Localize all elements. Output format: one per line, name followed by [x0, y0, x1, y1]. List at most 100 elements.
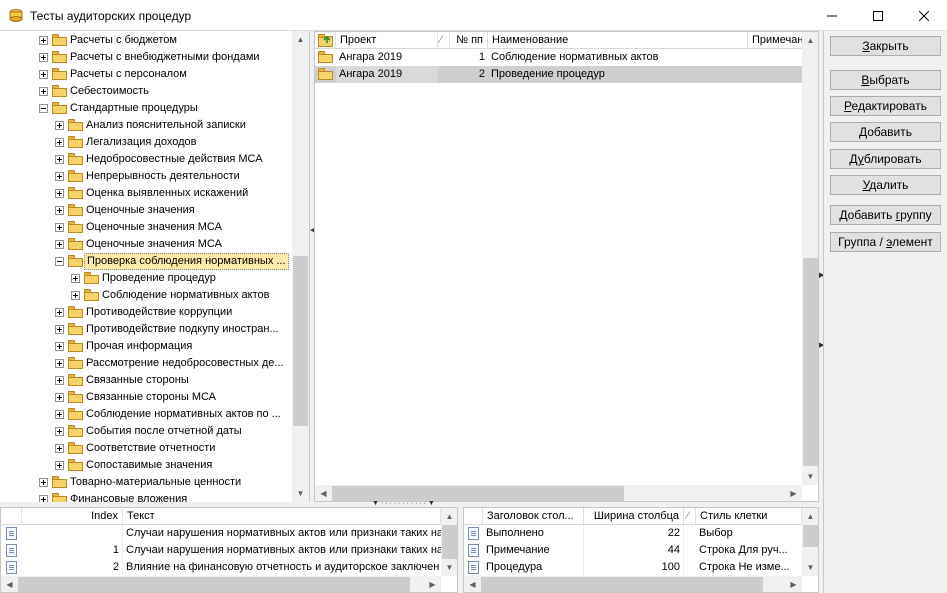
tree-item[interactable]: Оценочные значения	[0, 202, 292, 219]
grid-scroll-thumb[interactable]	[803, 258, 818, 466]
tree-item[interactable]: Связанные стороны	[0, 372, 292, 389]
scroll-left-icon[interactable]: ◀	[464, 576, 481, 592]
expand-icon[interactable]	[39, 70, 48, 79]
tree-scrollbar[interactable]: ▲ ▼	[292, 31, 309, 502]
tree-item[interactable]: Финансовые вложения	[0, 491, 292, 502]
text-grid-hscroll-thumb[interactable]	[18, 577, 410, 592]
text-grid[interactable]: Index Текст Случаи нарушения нормативных…	[0, 507, 458, 593]
column-header-style[interactable]: Стиль клетки	[696, 508, 802, 525]
expand-icon[interactable]	[39, 478, 48, 487]
table-row[interactable]: 1 Случаи нарушения нормативных актов или …	[1, 542, 441, 559]
expand-icon[interactable]	[55, 189, 64, 198]
tree-item[interactable]: Рассмотрение недобросовестных де...	[0, 355, 292, 372]
scroll-right-icon[interactable]: ▶	[785, 485, 802, 501]
expand-icon[interactable]	[71, 274, 80, 283]
tree-item[interactable]: Связанные стороны МСА	[0, 389, 292, 406]
procedures-grid[interactable]: Проект ⁄ № пп Наименование Примечани Анг…	[314, 31, 819, 502]
select-button[interactable]: Выбрать	[830, 70, 941, 90]
tree-item[interactable]: Противодействие коррупции	[0, 304, 292, 321]
add-button[interactable]: Добавить	[830, 122, 941, 142]
table-row[interactable]: Ангара 2019 1 Соблюдение нормативных акт…	[315, 49, 804, 66]
columns-grid[interactable]: Заголовок стол... Ширина столбца ⁄ Стиль…	[463, 507, 819, 593]
expand-icon[interactable]	[55, 376, 64, 385]
expand-icon[interactable]	[55, 359, 64, 368]
column-header-index[interactable]: Index	[22, 508, 123, 525]
table-row[interactable]: 2 Влияние на финансовую отчетность и ауди…	[1, 559, 441, 576]
tree-item[interactable]: Непрерывность деятельности	[0, 168, 292, 185]
duplicate-button[interactable]: Дублировать	[830, 149, 941, 169]
expand-icon[interactable]	[55, 240, 64, 249]
table-row[interactable]: Процедура 100 Строка Не изме...	[464, 559, 802, 576]
tree-item[interactable]: Легализация доходов	[0, 134, 292, 151]
tree-item[interactable]: Себестоимость	[0, 83, 292, 100]
scroll-right-icon[interactable]: ▶	[785, 576, 802, 592]
column-header-width[interactable]: Ширина столбца	[584, 508, 684, 525]
scroll-left-icon[interactable]: ◀	[315, 485, 332, 501]
tree-item[interactable]: Расчеты с персоналом	[0, 66, 292, 83]
tree-scroll-thumb[interactable]	[293, 256, 308, 426]
expand-icon[interactable]	[55, 138, 64, 147]
expand-icon[interactable]	[55, 444, 64, 453]
tree-item[interactable]: Расчеты с внебюджетными фондами	[0, 49, 292, 66]
expand-icon[interactable]	[55, 461, 64, 470]
table-row[interactable]: Случаи нарушения нормативных актов или п…	[1, 525, 441, 542]
grid-hscroll-thumb[interactable]	[332, 486, 624, 501]
tree-item[interactable]: Оценка выявленных искажений	[0, 185, 292, 202]
columns-grid-scroll-thumb[interactable]	[803, 525, 818, 547]
table-row[interactable]: Примечание 44 Строка Для руч...	[464, 542, 802, 559]
expand-icon[interactable]	[55, 172, 64, 181]
tree-item[interactable]: Стандартные процедуры	[0, 100, 292, 117]
scroll-up-icon[interactable]: ▲	[441, 508, 457, 525]
tree-view[interactable]: Расчеты с бюджетом Расчеты с внебюджетным…	[0, 31, 310, 502]
scroll-down-icon[interactable]: ▼	[441, 559, 457, 576]
expand-icon[interactable]	[55, 393, 64, 402]
columns-grid-hscrollbar[interactable]: ◀ ▶	[464, 576, 802, 592]
scroll-down-icon[interactable]: ▼	[802, 559, 818, 576]
expand-icon[interactable]	[55, 308, 64, 317]
scroll-down-icon[interactable]: ▼	[292, 485, 309, 502]
expand-icon[interactable]	[55, 427, 64, 436]
tree-item[interactable]: Оценочные значения МСА	[0, 236, 292, 253]
scroll-up-icon[interactable]: ▲	[802, 32, 818, 49]
tree-item[interactable]: Недобросовестные действия МСА	[0, 151, 292, 168]
expand-icon[interactable]	[55, 155, 64, 164]
expand-icon[interactable]	[55, 410, 64, 419]
delete-button[interactable]: Удалить	[830, 175, 941, 195]
tree-item[interactable]: Прочая информация	[0, 338, 292, 355]
scroll-up-icon[interactable]: ▲	[802, 508, 818, 525]
grid-vertical-scrollbar[interactable]: ▲ ▼	[802, 32, 818, 485]
expand-icon[interactable]	[55, 206, 64, 215]
expand-icon[interactable]	[39, 53, 48, 62]
columns-grid-vscrollbar[interactable]: ▲ ▼	[802, 508, 818, 576]
tree-item[interactable]: Расчеты с бюджетом	[0, 32, 292, 49]
tree-item[interactable]: Товарно-материальные ценности	[0, 474, 292, 491]
grid-corner[interactable]	[315, 32, 336, 49]
expand-icon[interactable]	[55, 223, 64, 232]
tree-item[interactable]: Проверка соблюдения нормативных ...	[0, 253, 292, 270]
maximize-button[interactable]	[855, 0, 901, 31]
scroll-left-icon[interactable]: ◀	[1, 576, 18, 592]
column-header-number[interactable]: № пп	[450, 32, 488, 49]
column-header-name[interactable]: Наименование	[488, 32, 748, 49]
expand-icon[interactable]	[39, 87, 48, 96]
expand-icon[interactable]	[71, 291, 80, 300]
text-grid-vscrollbar[interactable]: ▲ ▼	[441, 508, 457, 576]
expand-icon[interactable]	[39, 495, 48, 502]
close-window-button[interactable]	[901, 0, 947, 31]
tree-item[interactable]: Соблюдение нормативных актов по ...	[0, 406, 292, 423]
column-header-project[interactable]: Проект	[336, 32, 438, 49]
scroll-down-icon[interactable]: ▼	[802, 468, 818, 485]
column-header-caption[interactable]: Заголовок стол...	[483, 508, 584, 525]
columns-grid-hscroll-thumb[interactable]	[481, 577, 763, 592]
group-element-button[interactable]: Группа / элемент	[830, 232, 941, 252]
text-grid-hscrollbar[interactable]: ◀ ▶	[1, 576, 441, 592]
tree-item[interactable]: Соблюдение нормативных актов	[0, 287, 292, 304]
minimize-button[interactable]	[809, 0, 855, 31]
scroll-up-icon[interactable]: ▲	[292, 31, 309, 48]
tree-item[interactable]: Проведение процедур	[0, 270, 292, 287]
tree-item[interactable]: Оценочные значения МСА	[0, 219, 292, 236]
expand-icon[interactable]	[39, 36, 48, 45]
tree-item[interactable]: События после отчетной даты	[0, 423, 292, 440]
expand-icon[interactable]	[55, 342, 64, 351]
close-button[interactable]: Закрыть	[830, 36, 941, 56]
